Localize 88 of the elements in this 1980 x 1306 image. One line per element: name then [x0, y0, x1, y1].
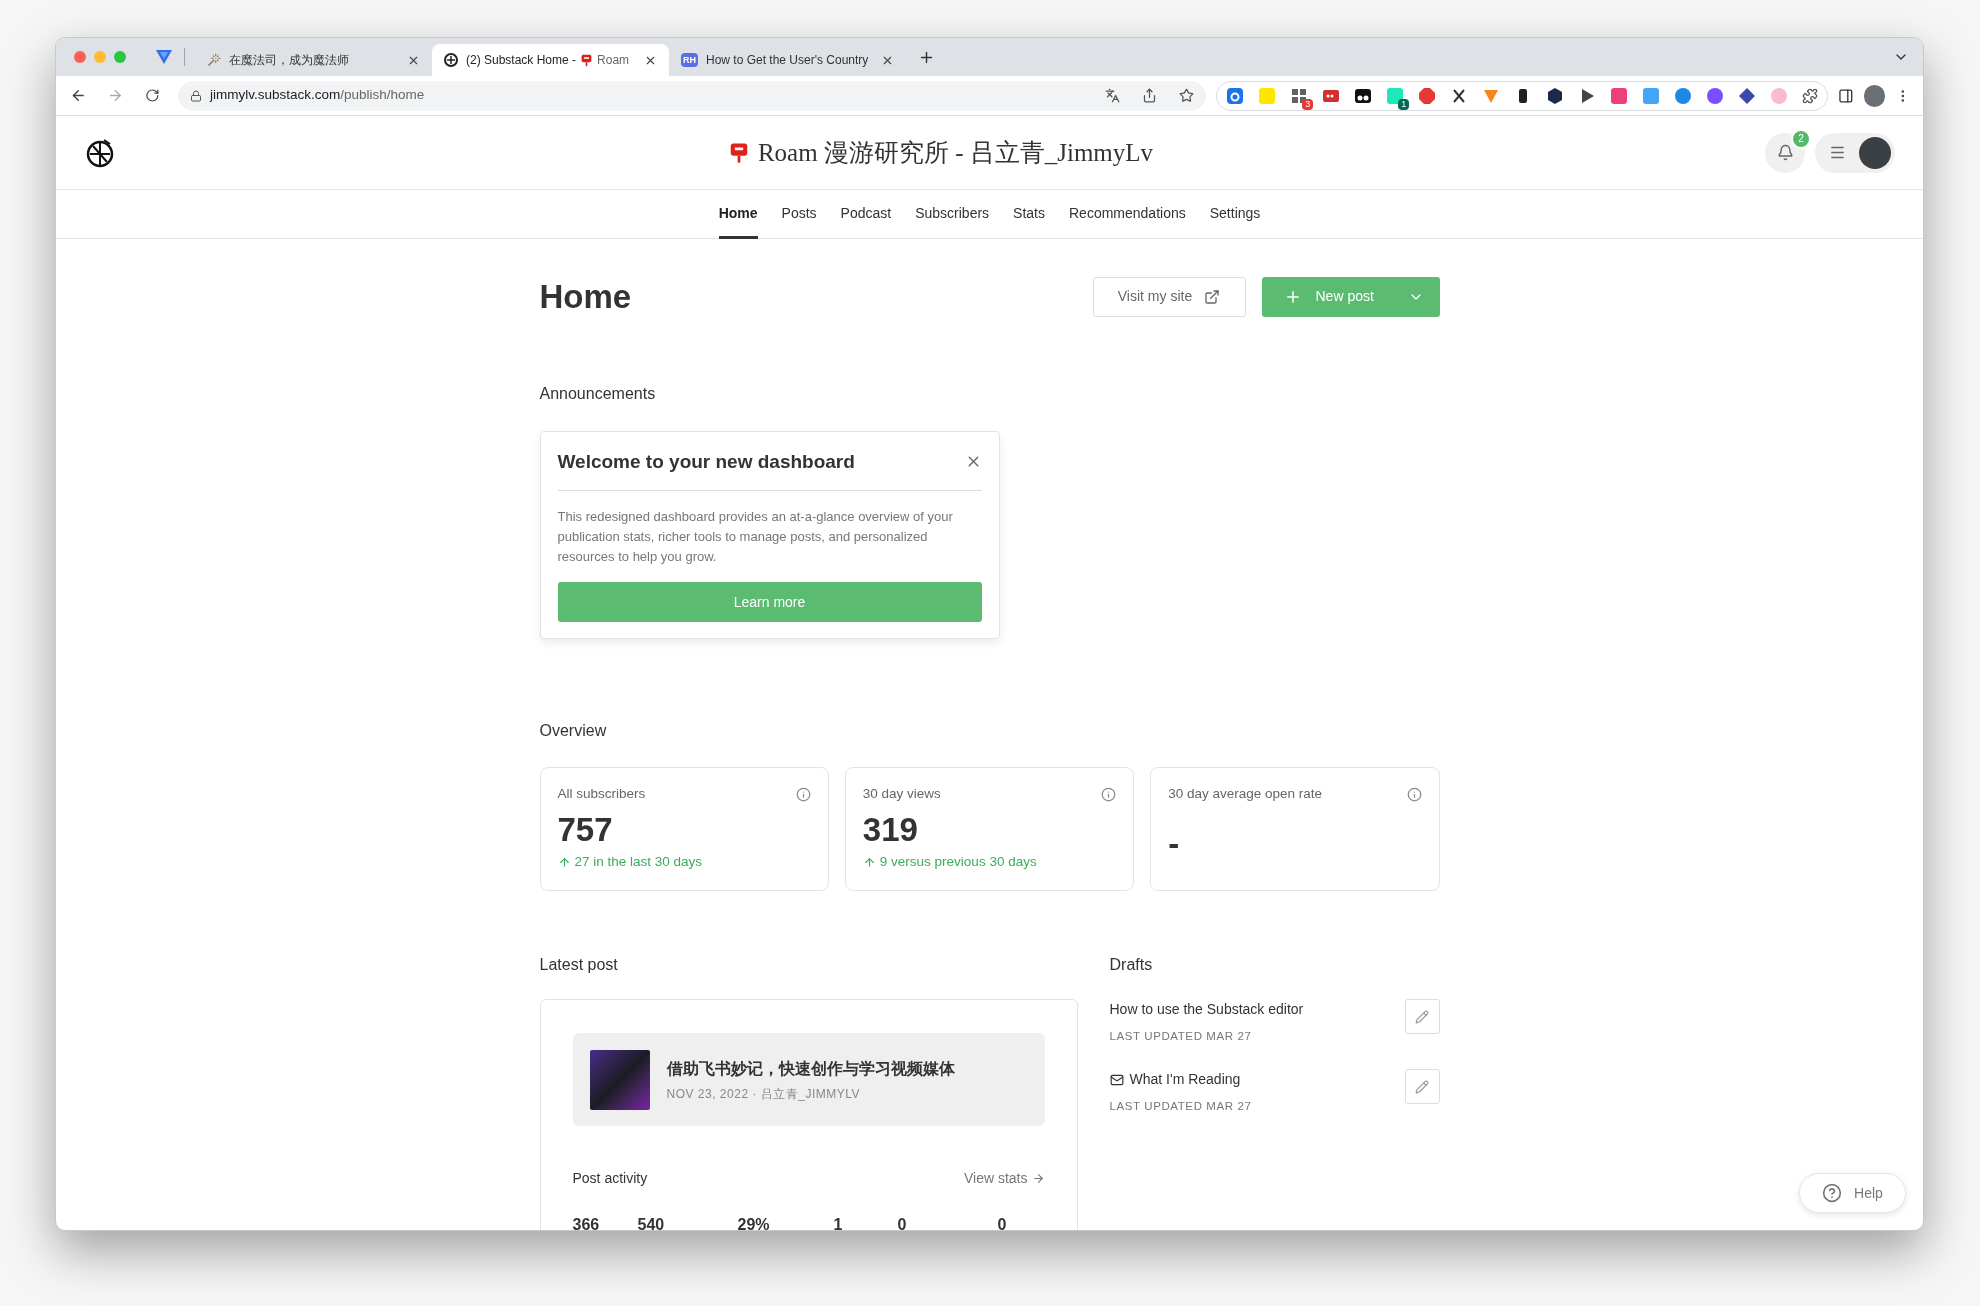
section-heading: Overview: [539, 721, 608, 741]
stat-label: 30 day average open rate: [1168, 785, 1324, 803]
extension-icon[interactable]: [1290, 86, 1309, 105]
activity-value: 540: [637, 1216, 665, 1230]
arrow-up-icon: [862, 855, 876, 869]
bookmark-star-icon[interactable]: [1179, 88, 1195, 103]
wand-icon: [207, 53, 221, 67]
url-text: jimmylv.substack.com/publish/home: [209, 86, 425, 105]
translate-icon[interactable]: [1105, 88, 1121, 103]
pencil-icon: [1415, 1009, 1429, 1024]
section-heading: Announcements: [539, 383, 657, 404]
activity-value: 0: [997, 1216, 1007, 1230]
help-icon: [1822, 1183, 1843, 1203]
nav-tab[interactable]: Stats: [1013, 190, 1045, 239]
arrow-up-icon: [557, 855, 571, 869]
site-logo-icon[interactable]: [84, 136, 116, 169]
info-icon[interactable]: [795, 786, 811, 802]
activity-value: 29%: [737, 1216, 770, 1230]
section-heading: Drafts: [1109, 955, 1154, 975]
mail-icon: [1109, 1072, 1124, 1087]
nav-tab[interactable]: Home: [718, 190, 758, 239]
stat-label: 30 day views: [862, 785, 942, 803]
share-icon[interactable]: [1142, 88, 1158, 103]
draft-title[interactable]: What I'm Reading: [1129, 1069, 1241, 1091]
section-heading: Latest post: [539, 955, 619, 975]
info-icon[interactable]: [1101, 786, 1117, 802]
draft-title[interactable]: How to use the Substack editor: [1109, 999, 1304, 1020]
nav-tab[interactable]: Recommendations: [1069, 190, 1186, 239]
nav-tab[interactable]: Settings: [1209, 190, 1261, 239]
stat-change: 9 versus previous 30 days: [879, 853, 1037, 872]
bell-icon: [1776, 144, 1794, 161]
post-activity-label: Post activity: [572, 1169, 649, 1188]
browser-tab[interactable]: (2) Substack Home - Roam: [432, 44, 669, 76]
arrow-right-icon: [1031, 1172, 1045, 1185]
post-title: 借助飞书妙记，快速创作与学习视频媒体: [666, 1058, 955, 1079]
extensions-icon[interactable]: [1802, 87, 1819, 104]
stat-value: -: [1168, 824, 1181, 865]
activity-value: 1: [833, 1216, 843, 1230]
browser-tab[interactable]: 在魔法司，成为魔法师: [195, 44, 432, 76]
extension-icon[interactable]: [1386, 86, 1405, 105]
stat-value: 319: [862, 810, 919, 851]
activity-value: 0: [897, 1216, 907, 1230]
page-title: Home: [539, 277, 633, 317]
stat-value: 757: [557, 810, 614, 851]
info-icon[interactable]: [1406, 786, 1422, 802]
nav-tab[interactable]: Subscribers: [915, 190, 990, 239]
nav-tab[interactable]: Podcast: [840, 190, 892, 239]
address-bar[interactable]: jimmylv.substack.com/publish/home: [177, 80, 1207, 111]
back-icon[interactable]: [70, 87, 87, 104]
nav-tab[interactable]: Posts: [781, 190, 817, 239]
tab-favicon: RH: [681, 53, 698, 67]
draft-updated: LAST UPDATED MAR 27: [1109, 1029, 1253, 1044]
extension-badge: 3: [1302, 98, 1314, 110]
profile-avatar[interactable]: [1863, 84, 1886, 107]
extension-badge: 1: [1398, 98, 1410, 110]
announcement-text: This redesigned dashboard provides an at-a-glance overview of your publication stats, richer tools to manage posts, and personalized resources to help you grow.: [557, 508, 954, 566]
notification-badge: 2: [1791, 128, 1811, 149]
reload-icon[interactable]: [145, 88, 160, 103]
account-menu-button[interactable]: [1815, 132, 1895, 173]
side-panel-icon[interactable]: [1838, 87, 1854, 104]
logo-icon: [444, 53, 458, 67]
visit-site-button[interactable]: Visit my site: [1092, 276, 1246, 317]
post-preview[interactable]: 借助飞书妙记，快速创作与学习视频媒体 NOV 23, 2022 · 吕立青_JIMMYLV: [572, 1033, 1045, 1126]
lock-icon: [189, 89, 202, 102]
extension-icon[interactable]: [1738, 86, 1757, 105]
external-link-icon: [1204, 288, 1221, 305]
browser-tab[interactable]: RH How to Get the User's Country: [669, 44, 906, 76]
help-button[interactable]: Help: [1799, 1173, 1906, 1213]
tab-title: How to Get the User's Country: [706, 52, 869, 69]
tab-title: Roam: [597, 52, 630, 69]
extension-icon[interactable]: [1546, 86, 1565, 105]
post-meta: NOV 23, 2022 · 吕立青_JIMMYLV: [666, 1085, 861, 1103]
publication-title[interactable]: Roam 漫游研究所 - 吕立青_JimmyLv: [757, 133, 1154, 172]
user-avatar: [1859, 136, 1891, 169]
activity-value: 366: [572, 1216, 600, 1230]
tab-title: (2) Substack Home -: [466, 52, 577, 69]
stat-change: 27 in the last 30 days: [574, 853, 703, 872]
announcement-title: Welcome to your new dashboard: [557, 449, 856, 474]
stat-label: All subscribers: [557, 785, 647, 803]
pinned-tab-icon[interactable]: [156, 50, 172, 64]
view-stats-link[interactable]: View stats: [963, 1168, 1045, 1189]
draft-updated: LAST UPDATED MAR 27: [1109, 1099, 1253, 1115]
postbox-icon: [580, 53, 594, 67]
extension-icon[interactable]: [1354, 86, 1373, 105]
pencil-icon: [1415, 1079, 1429, 1094]
video-thumbnail: [589, 1049, 650, 1110]
menu-icon: [1829, 144, 1846, 161]
tab-title: 在魔法司，成为魔法师: [229, 52, 349, 69]
